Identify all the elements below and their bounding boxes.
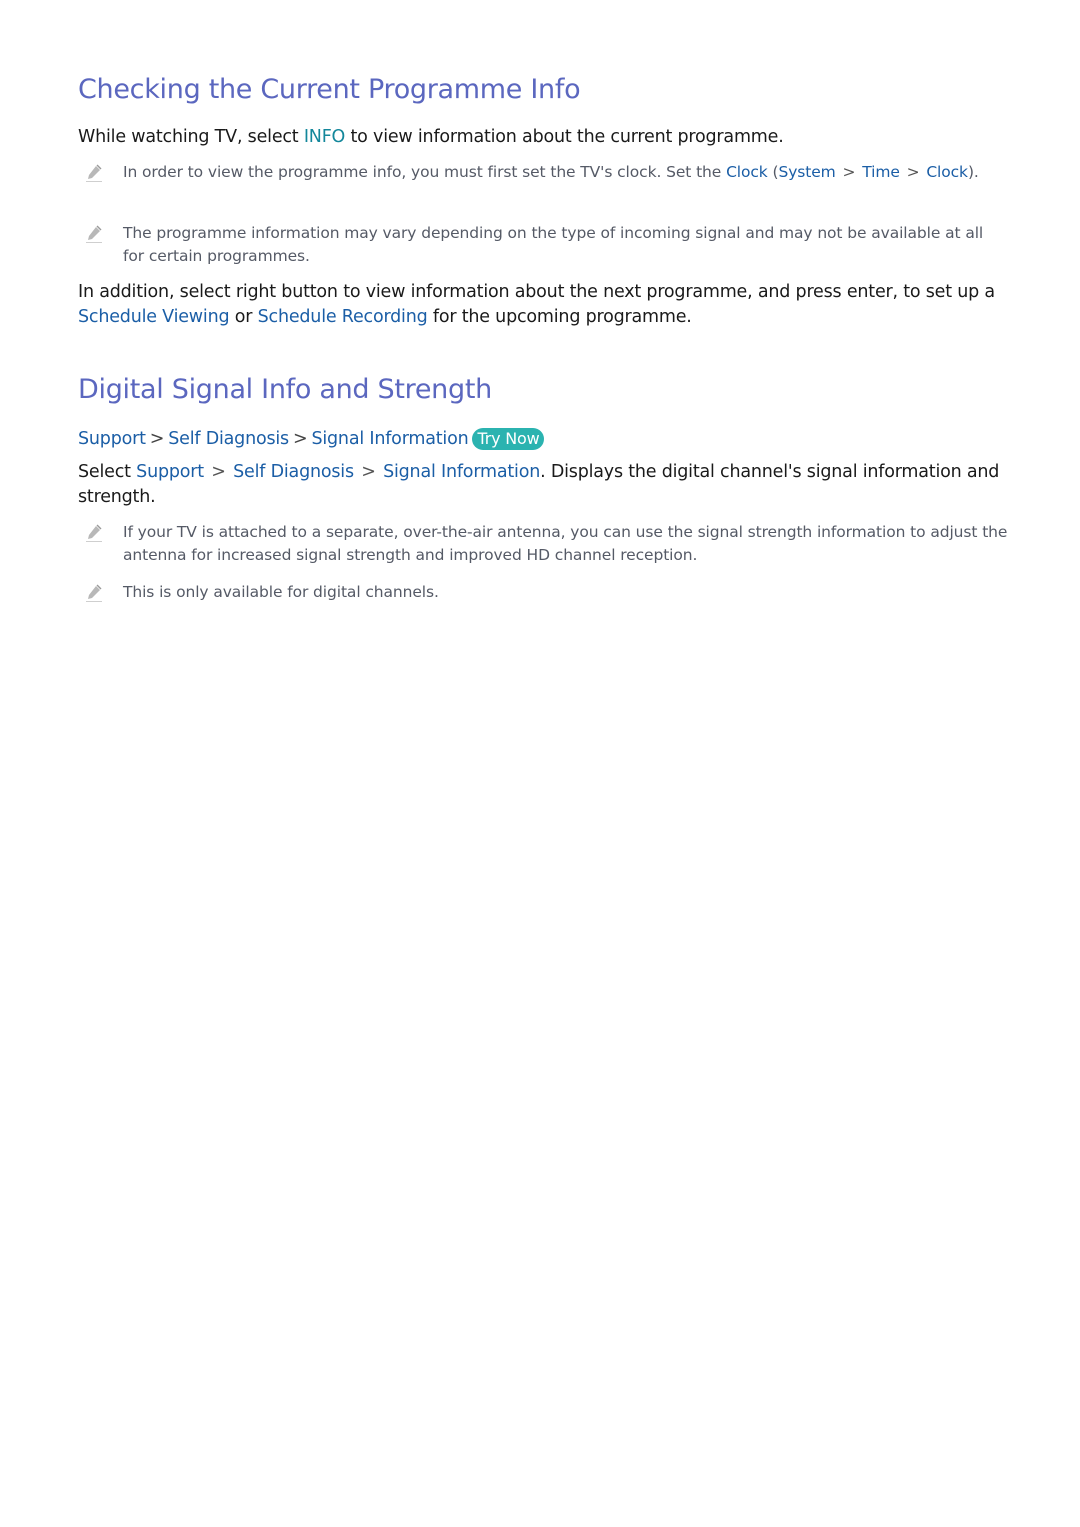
note-text: In order to view the programme info, you… [123, 163, 727, 181]
breadcrumb-support[interactable]: Support [78, 429, 146, 449]
link-clock[interactable]: Clock [726, 163, 768, 181]
separator: > [837, 163, 861, 181]
link-time[interactable]: Time [862, 163, 900, 181]
note-clock: In order to view the programme info, you… [78, 161, 1008, 184]
separator: > [205, 462, 232, 482]
link-schedule-recording[interactable]: Schedule Recording [258, 307, 428, 327]
section-title-programme-info: Checking the Current Programme Info [78, 74, 581, 105]
section-title-digital-signal: Digital Signal Info and Strength [78, 374, 492, 405]
paren-open: ( [767, 163, 779, 181]
select-paragraph: Select Support > Self Diagnosis > Signal… [78, 460, 1008, 510]
info-key-label: INFO [303, 127, 346, 147]
chevron-right-icon: > [149, 429, 165, 449]
breadcrumb-signal-information[interactable]: Signal Information [311, 429, 468, 449]
note-programme-info-varies: The programme information may vary depen… [78, 222, 1008, 268]
pencil-note-icon [86, 225, 102, 243]
select-text: Select [78, 462, 137, 482]
note-digital-only: This is only available for digital chann… [78, 581, 1008, 604]
addition-text-or: or [229, 307, 258, 327]
intro-paragraph: While watching TV, select INFO to view i… [78, 125, 1008, 150]
separator: > [901, 163, 925, 181]
note-antenna: If your TV is attached to a separate, ov… [78, 521, 1008, 567]
pencil-note-icon [86, 164, 102, 182]
breadcrumb: Support > Self Diagnosis > Signal Informatio… [78, 427, 545, 451]
intro-text: While watching TV, select [78, 127, 304, 147]
note-text: If your TV is attached to a separate, ov… [123, 523, 1008, 564]
link-clock-2[interactable]: Clock [926, 163, 968, 181]
addition-text-end: for the upcoming programme. [427, 307, 692, 327]
pencil-note-icon [86, 524, 102, 542]
separator: > [355, 462, 382, 482]
link-system[interactable]: System [778, 163, 835, 181]
breadcrumb-self-diagnosis[interactable]: Self Diagnosis [168, 429, 289, 449]
try-now-button[interactable]: Try Now [472, 428, 545, 450]
link-signal-information[interactable]: Signal Information [383, 462, 540, 482]
note-text: The programme information may vary depen… [123, 224, 984, 265]
note-text: This is only available for digital chann… [123, 583, 439, 601]
link-schedule-viewing[interactable]: Schedule Viewing [78, 307, 230, 327]
addition-paragraph: In addition, select right button to view… [78, 280, 1008, 330]
pencil-note-icon [86, 584, 102, 602]
link-self-diagnosis[interactable]: Self Diagnosis [233, 462, 354, 482]
link-support[interactable]: Support [136, 462, 204, 482]
chevron-right-icon: > [292, 429, 308, 449]
intro-text-end: to view information about the current pr… [345, 127, 784, 147]
paren-close: ). [967, 163, 979, 181]
addition-text: In addition, select right button to view… [78, 282, 995, 302]
